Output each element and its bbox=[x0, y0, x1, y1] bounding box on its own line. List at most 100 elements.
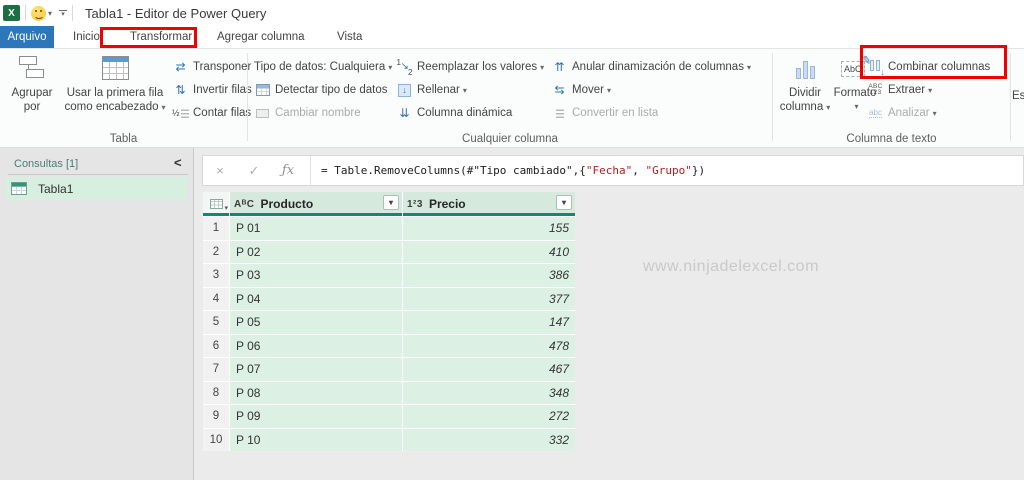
convertir-en-lista-button[interactable]: Convertir en lista bbox=[551, 103, 658, 123]
row-number[interactable]: 9 bbox=[203, 405, 229, 428]
cancel-formula-icon[interactable]: × bbox=[203, 163, 237, 178]
cambiar-nombre-button[interactable]: Cambiar nombre bbox=[254, 103, 361, 123]
table-icon bbox=[11, 182, 27, 195]
dropdown-caret-icon: ▾ bbox=[932, 108, 937, 118]
agrupar-por-label2: por bbox=[23, 101, 41, 113]
tab-vista[interactable]: Vista bbox=[337, 26, 362, 48]
mover-button[interactable]: ⇆ Mover ▾ bbox=[551, 80, 611, 100]
ribbon-group-cualquier-columna: Tipo de datos: Cualquiera ▾ Detectar tip… bbox=[248, 49, 772, 147]
row-number[interactable]: 10 bbox=[203, 428, 229, 451]
tipo-de-datos-button[interactable]: Tipo de datos: Cualquiera ▾ bbox=[254, 57, 392, 77]
filter-button[interactable]: ▾ bbox=[556, 195, 572, 210]
cell-producto[interactable]: P 10 bbox=[230, 428, 402, 451]
cell-precio[interactable]: 147 bbox=[403, 311, 575, 334]
query-item-tabla1[interactable]: Tabla1 bbox=[5, 177, 187, 200]
cell-precio[interactable]: 467 bbox=[403, 358, 575, 381]
dropdown-caret-icon: ▾ bbox=[540, 62, 545, 72]
agrupar-por-label: Agrupar bbox=[11, 87, 53, 99]
dropdown-caret-icon: ▾ bbox=[854, 102, 859, 111]
smiley-dropdown-caret-icon[interactable]: ▾ bbox=[48, 9, 52, 18]
dividir-columna-button[interactable]: Dividir columna ▾ bbox=[779, 53, 831, 115]
extraer-button[interactable]: ABC 123 Extraer ▾ bbox=[867, 80, 932, 100]
sidebar-divider[interactable] bbox=[193, 148, 194, 480]
number-type-icon: 1²3 bbox=[407, 198, 423, 210]
dividir-label: Dividir bbox=[789, 87, 821, 99]
select-all-corner[interactable]: ▾ bbox=[203, 192, 229, 216]
replace-values-icon: 1 ↘ 2 bbox=[396, 57, 413, 77]
tab-agregar-columna[interactable]: Agregar columna bbox=[217, 26, 305, 48]
transpose-icon: ⇄ bbox=[175, 60, 186, 74]
cell-precio[interactable]: 410 bbox=[403, 240, 575, 263]
cell-precio[interactable]: 272 bbox=[403, 405, 575, 428]
cell-producto[interactable]: P 07 bbox=[230, 358, 402, 381]
title-bar: X ▾ ▾ Tabla1 - Editor de Power Query bbox=[0, 0, 1024, 26]
extract-icon: ABC 123 bbox=[868, 83, 883, 96]
commit-formula-icon[interactable]: ✓ bbox=[237, 163, 271, 179]
group-label-columna-de-texto: Columna de texto bbox=[846, 133, 937, 145]
tab-arquivo[interactable]: Arquivo bbox=[0, 26, 54, 48]
row-number[interactable]: 2 bbox=[203, 240, 229, 263]
workspace: Consultas [1] < Tabla1 × ✓ ƒx = Table.Re… bbox=[0, 148, 1024, 480]
cell-producto[interactable]: P 04 bbox=[230, 287, 402, 310]
dropdown-caret-icon: ▾ bbox=[826, 103, 831, 112]
to-list-icon bbox=[551, 108, 568, 118]
invertir-filas-button[interactable]: ⇅ Invertir filas bbox=[172, 80, 251, 100]
column-header-producto[interactable]: AᴮC Producto ▾ bbox=[230, 192, 402, 216]
analizar-button[interactable]: abc Analizar ▾ bbox=[867, 103, 937, 123]
table-corner-icon bbox=[209, 199, 223, 209]
row-number[interactable]: 8 bbox=[203, 381, 229, 404]
pivot-column-icon: ⇊ bbox=[399, 106, 410, 120]
usar-primera-fila-button[interactable]: Usar la primera fila como encabezado ▾ bbox=[60, 53, 170, 115]
row-number[interactable]: 7 bbox=[203, 358, 229, 381]
column-header-precio[interactable]: 1²3 Precio ▾ bbox=[403, 192, 575, 216]
cell-precio[interactable]: 332 bbox=[403, 428, 575, 451]
cell-producto[interactable]: P 03 bbox=[230, 264, 402, 287]
row-number[interactable]: 3 bbox=[203, 264, 229, 287]
formula-bar-separator bbox=[310, 156, 311, 185]
window-title: Tabla1 - Editor de Power Query bbox=[85, 5, 267, 21]
formula-input[interactable]: = Table.RemoveColumns(#"Tipo cambiado",{… bbox=[321, 164, 705, 177]
usar-primera-fila-label: Usar la primera fila bbox=[66, 87, 164, 99]
detectar-tipo-button[interactable]: Detectar tipo de datos bbox=[254, 80, 388, 100]
use-first-row-icon bbox=[101, 53, 129, 83]
data-preview-grid: ▾ AᴮC Producto ▾ 1²3 Precio ▾ 1 P 01 155… bbox=[203, 192, 575, 451]
cell-producto[interactable]: P 05 bbox=[230, 311, 402, 334]
contar-filas-button[interactable]: ½ Contar filas bbox=[172, 103, 251, 123]
count-rows-icon: ½ bbox=[172, 108, 189, 118]
cell-producto[interactable]: P 09 bbox=[230, 405, 402, 428]
cell-producto[interactable]: P 02 bbox=[230, 240, 402, 263]
cell-precio[interactable]: 478 bbox=[403, 334, 575, 357]
cell-precio[interactable]: 155 bbox=[403, 217, 575, 240]
dropdown-caret-icon: ▾ bbox=[606, 85, 611, 95]
anular-dinamizacion-button[interactable]: ⇈ Anular dinamización de columnas ▾ bbox=[551, 57, 751, 77]
row-number[interactable]: 1 bbox=[203, 217, 229, 240]
row-number[interactable]: 5 bbox=[203, 311, 229, 334]
tab-inicio[interactable]: Inicio bbox=[73, 26, 100, 48]
quick-access-toolbar-toggle-icon[interactable]: ▾ bbox=[59, 9, 68, 18]
reemplazar-valores-button[interactable]: 1 ↘ 2 Reemplazar los valores ▾ bbox=[396, 57, 545, 77]
queries-sidebar: Consultas [1] < Tabla1 bbox=[0, 148, 193, 480]
cell-precio[interactable]: 386 bbox=[403, 264, 575, 287]
row-number[interactable]: 6 bbox=[203, 334, 229, 357]
titlebar-separator bbox=[72, 5, 74, 21]
cell-producto[interactable]: P 06 bbox=[230, 334, 402, 357]
columna-dinamica-button[interactable]: ⇊ Columna dinámica bbox=[396, 103, 512, 123]
queries-header: Consultas [1] bbox=[14, 158, 79, 170]
cell-producto[interactable]: P 01 bbox=[230, 217, 402, 240]
row-number[interactable]: 4 bbox=[203, 287, 229, 310]
feedback-smiley-icon[interactable] bbox=[31, 5, 46, 21]
rellenar-button[interactable]: ↓ Rellenar ▾ bbox=[396, 80, 467, 100]
detect-type-icon bbox=[254, 84, 271, 96]
cell-producto[interactable]: P 08 bbox=[230, 381, 402, 404]
filter-button[interactable]: ▾ bbox=[383, 195, 399, 210]
rename-icon bbox=[254, 108, 271, 118]
transponer-button[interactable]: ⇄ Transponer bbox=[172, 57, 251, 77]
fx-icon[interactable]: ƒx bbox=[271, 163, 305, 178]
agrupar-por-button[interactable]: Agrupar por bbox=[6, 53, 58, 114]
cell-precio[interactable]: 348 bbox=[403, 381, 575, 404]
ribbon-group-tabla: Agrupar por Usar la primera fila como en… bbox=[0, 49, 252, 147]
split-column-icon bbox=[792, 53, 818, 83]
collapse-sidebar-icon[interactable]: < bbox=[174, 155, 182, 170]
estadisticas-button-partial[interactable]: Esta bbox=[1012, 89, 1024, 103]
cell-precio[interactable]: 377 bbox=[403, 287, 575, 310]
